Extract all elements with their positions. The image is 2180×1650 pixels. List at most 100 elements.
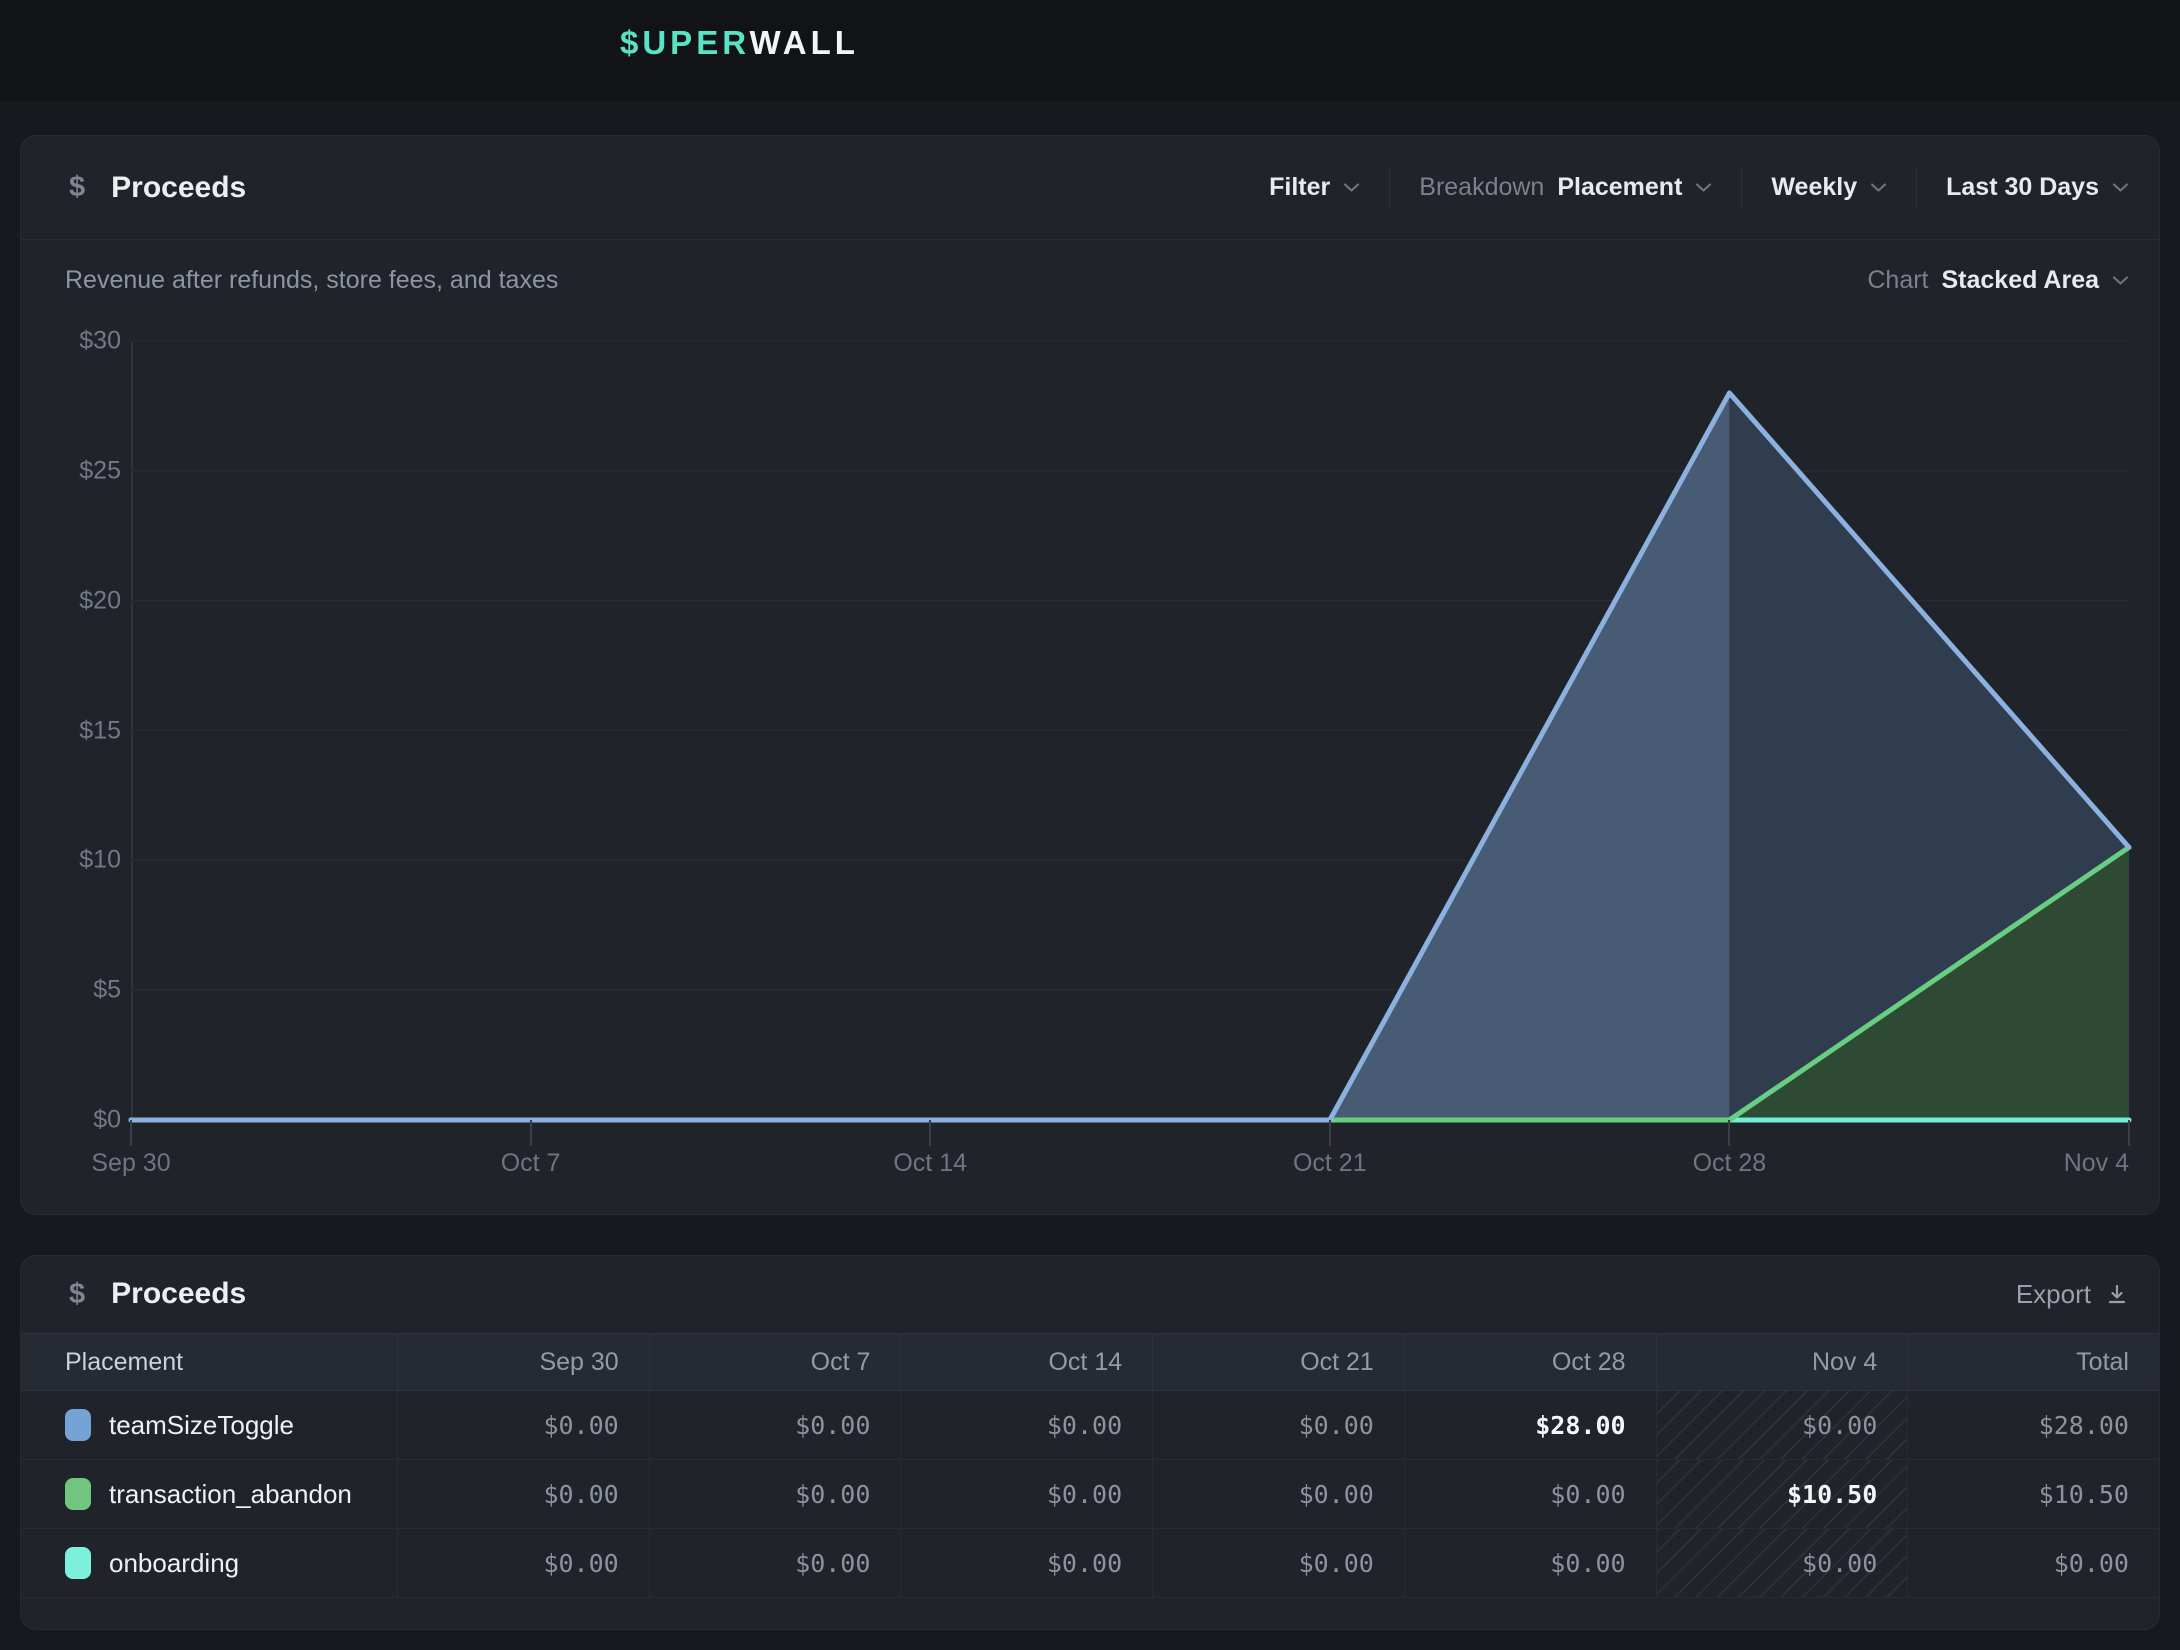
breakdown-value: Placement	[1557, 173, 1682, 202]
chart-type-value: Stacked Area	[1942, 266, 2100, 295]
series-swatch	[65, 1547, 91, 1579]
divider	[1389, 167, 1390, 209]
column-header-oct-14: Oct 14	[900, 1334, 1152, 1390]
value-cell: $28.00	[1404, 1391, 1656, 1459]
export-label: Export	[2016, 1279, 2091, 1310]
x-axis-label: Oct 28	[1693, 1149, 1767, 1178]
value-cell: $0.00	[1656, 1529, 1908, 1597]
table-panel-header: $ Proceeds Export	[21, 1256, 2159, 1332]
column-header-oct-28: Oct 28	[1404, 1334, 1656, 1390]
filter-label: Filter	[1269, 173, 1330, 202]
placement-name: onboarding	[109, 1548, 239, 1579]
column-header-oct-7: Oct 7	[649, 1334, 901, 1390]
table-row-teamSizeToggle: teamSizeToggle$0.00$0.00$0.00$0.00$28.00…	[21, 1391, 2159, 1460]
value-cell: $0.00	[397, 1391, 649, 1459]
value-cell: $0.00	[900, 1460, 1152, 1528]
x-axis-label: Oct 21	[1293, 1149, 1367, 1178]
placement-cell: teamSizeToggle	[21, 1391, 397, 1459]
divider	[1916, 167, 1917, 209]
x-axis-tick	[1329, 1120, 1331, 1146]
value-cell: $10.50	[1907, 1460, 2159, 1528]
placement-name: transaction_abandon	[109, 1479, 352, 1510]
x-axis-tick	[1728, 1120, 1730, 1146]
value-cell: $0.00	[1656, 1391, 1908, 1459]
proceeds-chart-panel: $ Proceeds Filter Breakdown Placement We…	[20, 135, 2160, 1215]
divider	[1741, 167, 1742, 209]
value-cell: $0.00	[1404, 1529, 1656, 1597]
placement-cell: onboarding	[21, 1529, 397, 1597]
y-axis-label: $30	[35, 327, 121, 356]
value-cell: $0.00	[1907, 1529, 2159, 1597]
breakdown-dropdown[interactable]: Breakdown Placement	[1419, 173, 1712, 202]
x-axis-label: Nov 4	[2064, 1149, 2129, 1178]
chevron-down-icon	[2112, 275, 2129, 286]
column-header-total: Total	[1907, 1334, 2159, 1390]
y-axis-label: $5	[35, 976, 121, 1005]
value-cell: $0.00	[1152, 1391, 1404, 1459]
interval-dropdown[interactable]: Weekly	[1771, 173, 1887, 202]
chevron-down-icon	[1870, 182, 1887, 193]
x-axis-label: Oct 7	[501, 1149, 561, 1178]
chart-subheader: Revenue after refunds, store fees, and t…	[21, 266, 2159, 295]
interval-value: Weekly	[1771, 173, 1857, 202]
x-axis-tick	[2128, 1120, 2130, 1146]
column-header-oct-21: Oct 21	[1152, 1334, 1404, 1390]
column-header-sep-30: Sep 30	[397, 1334, 649, 1390]
topbar: $UPERWALL	[0, 0, 2180, 101]
logo-primary: $UPER	[620, 24, 749, 61]
x-axis-tick	[130, 1120, 132, 1146]
x-axis-tick	[929, 1120, 931, 1146]
superwall-logo: $UPERWALL	[620, 24, 859, 62]
chart-subtitle: Revenue after refunds, store fees, and t…	[65, 266, 558, 295]
table-header-row: PlacementSep 30Oct 7Oct 14Oct 21Oct 28No…	[21, 1333, 2159, 1391]
date-range-value: Last 30 Days	[1946, 173, 2099, 202]
chart-type-dropdown[interactable]: Chart Stacked Area	[1867, 266, 2129, 295]
y-axis-label: $10	[35, 846, 121, 875]
column-header-placement: Placement	[21, 1334, 397, 1390]
value-cell: $0.00	[397, 1529, 649, 1597]
dollar-icon: $	[69, 1278, 85, 1311]
value-cell: $0.00	[1152, 1460, 1404, 1528]
filter-dropdown[interactable]: Filter	[1269, 173, 1360, 202]
value-cell: $0.00	[1404, 1460, 1656, 1528]
table-row-onboarding: onboarding$0.00$0.00$0.00$0.00$0.00$0.00…	[21, 1529, 2159, 1598]
y-axis-label: $20	[35, 586, 121, 615]
chart-controls: Filter Breakdown Placement Weekly Last 3…	[1269, 167, 2129, 209]
dollar-icon: $	[69, 171, 85, 204]
chart-panel-title: Proceeds	[111, 171, 246, 205]
download-icon	[2105, 1282, 2129, 1306]
placement-name: teamSizeToggle	[109, 1410, 294, 1441]
value-cell: $0.00	[649, 1460, 901, 1528]
table-row-transaction_abandon: transaction_abandon$0.00$0.00$0.00$0.00$…	[21, 1460, 2159, 1529]
y-axis-label: $25	[35, 456, 121, 485]
x-axis-label: Oct 14	[893, 1149, 967, 1178]
table-panel-title: Proceeds	[111, 1277, 246, 1311]
column-header-nov-4: Nov 4	[1656, 1334, 1908, 1390]
chevron-down-icon	[1695, 182, 1712, 193]
value-cell: $0.00	[900, 1529, 1152, 1597]
chevron-down-icon	[1343, 182, 1360, 193]
export-button[interactable]: Export	[2016, 1279, 2129, 1310]
x-axis-tick	[530, 1120, 532, 1146]
value-cell: $28.00	[1907, 1391, 2159, 1459]
x-axis-label: Sep 30	[91, 1149, 170, 1178]
stacked-area-chart[interactable]	[131, 341, 2129, 1120]
date-range-dropdown[interactable]: Last 30 Days	[1946, 173, 2129, 202]
value-cell: $0.00	[900, 1391, 1152, 1459]
y-axis-label: $0	[35, 1106, 121, 1135]
y-axis-label: $15	[35, 716, 121, 745]
chevron-down-icon	[2112, 182, 2129, 193]
series-swatch	[65, 1409, 91, 1441]
table-body: teamSizeToggle$0.00$0.00$0.00$0.00$28.00…	[21, 1391, 2159, 1598]
chart-panel-header: $ Proceeds Filter Breakdown Placement We…	[21, 136, 2159, 240]
value-cell: $10.50	[1656, 1460, 1908, 1528]
logo-secondary: WALL	[749, 24, 858, 61]
series-swatch	[65, 1478, 91, 1510]
breakdown-label: Breakdown	[1419, 173, 1544, 202]
value-cell: $0.00	[649, 1391, 901, 1459]
placement-cell: transaction_abandon	[21, 1460, 397, 1528]
value-cell: $0.00	[397, 1460, 649, 1528]
proceeds-table-panel: $ Proceeds Export PlacementSep 30Oct 7Oc…	[20, 1255, 2160, 1630]
value-cell: $0.00	[1152, 1529, 1404, 1597]
value-cell: $0.00	[649, 1529, 901, 1597]
